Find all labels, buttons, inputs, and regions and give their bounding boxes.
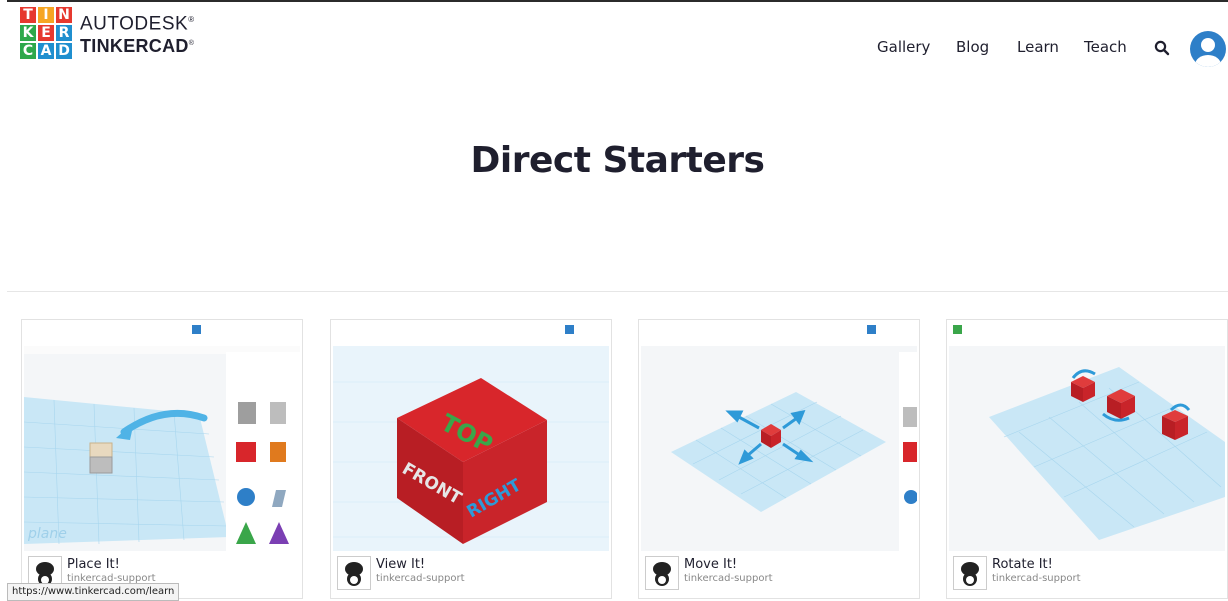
author-avatar-icon <box>953 556 987 590</box>
hero-section: Direct Starters <box>7 88 1228 292</box>
card-thumbnail: plane <box>24 322 300 551</box>
card-thumbnail: TOP FRONT RIGHT <box>333 322 609 551</box>
logo-grid: T I N K E R C A D <box>20 7 72 59</box>
nav-learn[interactable]: Learn <box>1017 38 1059 56</box>
card-title[interactable]: Move It! <box>684 557 737 572</box>
user-avatar-icon[interactable] <box>1190 31 1226 67</box>
card-title[interactable]: Rotate It! <box>992 557 1053 572</box>
logo-letter: C <box>20 43 36 59</box>
top-header: T I N K E R C A D AUTODESK® TINKERCAD® G… <box>7 0 1228 90</box>
svg-text:plane: plane <box>27 526 67 542</box>
card-thumbnail <box>641 322 917 551</box>
author-avatar-icon <box>645 556 679 590</box>
logo-letter: K <box>20 25 36 41</box>
search-icon[interactable] <box>1154 40 1170 56</box>
card-thumbnail <box>949 322 1225 551</box>
logo-letter: R <box>56 25 72 41</box>
brand-name: AUTODESK® TINKERCAD® <box>80 10 195 56</box>
nav-teach[interactable]: Teach <box>1084 38 1127 56</box>
card-title[interactable]: Place It! <box>67 557 120 572</box>
logo-letter: E <box>38 25 54 41</box>
page-title: Direct Starters <box>470 140 765 181</box>
card-title[interactable]: View It! <box>376 557 425 572</box>
brand-line-autodesk: AUTODESK® <box>80 13 195 35</box>
lesson-card-place-it[interactable]: plane Place It! tinkercad-support <box>21 319 303 599</box>
nav-gallery[interactable]: Gallery <box>877 38 930 56</box>
lesson-card-move-it[interactable]: Move It! tinkercad-support <box>638 319 920 599</box>
brand-line-tinkercad: TINKERCAD® <box>80 35 195 56</box>
logo-letter: T <box>20 7 36 23</box>
card-footer: Move It! tinkercad-support <box>639 552 919 598</box>
card-author[interactable]: tinkercad-support <box>684 573 773 584</box>
logo-letter: D <box>56 43 72 59</box>
lesson-card-rotate-it[interactable]: Rotate It! tinkercad-support <box>946 319 1228 599</box>
tinkercad-logo[interactable]: T I N K E R C A D AUTODESK® TINKERCAD® <box>20 7 195 59</box>
nav-blog[interactable]: Blog <box>956 38 989 56</box>
logo-letter: A <box>38 43 54 59</box>
logo-letter: I <box>38 7 54 23</box>
lesson-card-view-it[interactable]: TOP FRONT RIGHT View It! tinkercad-suppo… <box>330 319 612 599</box>
browser-status-url: https://www.tinkercad.com/learn <box>7 583 180 601</box>
card-footer: Rotate It! tinkercad-support <box>947 552 1227 598</box>
card-author[interactable]: tinkercad-support <box>992 573 1081 584</box>
logo-letter: N <box>56 7 72 23</box>
page: T I N K E R C A D AUTODESK® TINKERCAD® G… <box>7 0 1228 599</box>
card-author[interactable]: tinkercad-support <box>376 573 465 584</box>
author-avatar-icon <box>337 556 371 590</box>
card-footer: View It! tinkercad-support <box>331 552 611 598</box>
